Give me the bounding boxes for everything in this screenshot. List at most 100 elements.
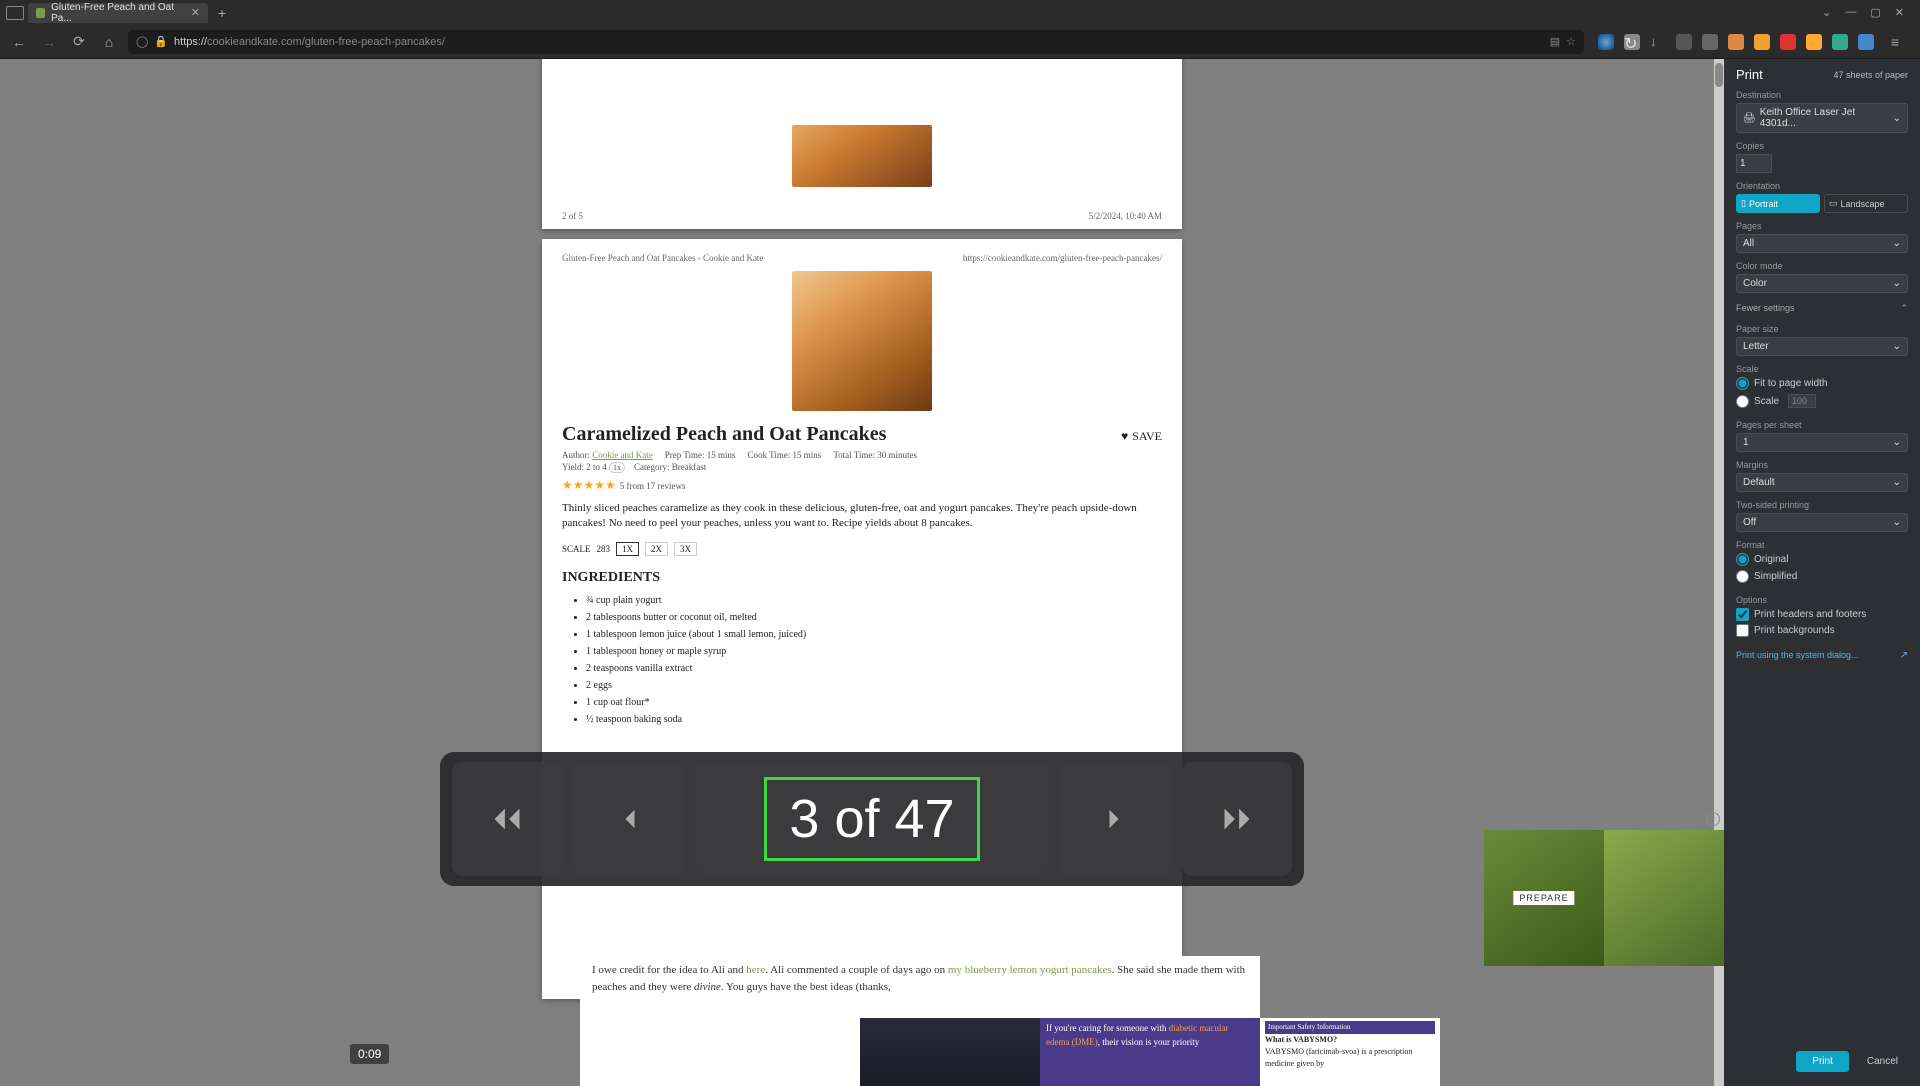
recipe-title: Caramelized Peach and Oat Pancakes bbox=[562, 423, 1162, 446]
ingredient-item: ¾ cup plain yogurt bbox=[586, 592, 1162, 609]
ingredient-item: ½ teaspoon baking soda bbox=[586, 711, 1162, 728]
format-simplified-radio[interactable]: Simplified bbox=[1736, 570, 1908, 583]
format-original-radio[interactable]: Original bbox=[1736, 553, 1908, 566]
last-page-button[interactable] bbox=[1182, 762, 1292, 876]
page-counter[interactable]: 3 of 47 bbox=[764, 777, 979, 861]
external-link-icon: ↗ bbox=[1900, 650, 1908, 661]
scale-2x-button[interactable]: 2X bbox=[645, 542, 668, 556]
heart-icon: ♥ bbox=[1121, 429, 1128, 444]
reload-button[interactable]: ⟳ bbox=[68, 33, 90, 50]
ingredient-item: 2 teaspoons vanilla extract bbox=[586, 660, 1162, 677]
browser-tab[interactable]: Gluten-Free Peach and Oat Pa... ✕ bbox=[28, 3, 208, 23]
extension-icon[interactable] bbox=[1780, 34, 1796, 50]
pages-select[interactable]: All⌄ bbox=[1736, 234, 1908, 253]
fewer-settings-toggle[interactable]: Fewer settings⌃ bbox=[1724, 297, 1920, 320]
print-panel: Print 47 sheets of paper Destination 🖨Ke… bbox=[1724, 59, 1920, 1086]
video-thumbnail[interactable]: × PREPARE bbox=[1484, 830, 1724, 966]
paper-size-label: Paper size bbox=[1736, 324, 1908, 334]
url-bar[interactable]: ◯ 🔒 https://cookieandkate.com/gluten-fre… bbox=[128, 30, 1584, 54]
preview-page-2: 2 of 5 5/2/2024, 10:40 AM bbox=[542, 59, 1182, 229]
chevron-down-icon: ⌄ bbox=[1893, 437, 1901, 448]
scale-fit-radio[interactable]: Fit to page width bbox=[1736, 377, 1908, 390]
extension-icon[interactable] bbox=[1728, 34, 1744, 50]
thumb-label: PREPARE bbox=[1513, 891, 1574, 905]
new-tab-button[interactable]: + bbox=[212, 5, 232, 21]
first-page-button[interactable] bbox=[452, 762, 562, 876]
menu-icon[interactable]: ≡ bbox=[1884, 34, 1906, 50]
extension-icon[interactable] bbox=[1754, 34, 1770, 50]
maximize-icon[interactable]: ▢ bbox=[1870, 6, 1880, 19]
landscape-button[interactable]: ▭Landscape bbox=[1824, 194, 1908, 213]
system-dialog-link[interactable]: Print using the system dialog...↗ bbox=[1724, 644, 1920, 667]
extension-icon[interactable]: ↻ bbox=[1624, 34, 1640, 50]
double-chevron-left-icon bbox=[482, 794, 532, 844]
next-page-button[interactable] bbox=[1060, 762, 1170, 876]
sidebar-toggle-icon[interactable] bbox=[6, 6, 24, 20]
color-mode-select[interactable]: Color⌄ bbox=[1736, 274, 1908, 293]
portrait-button[interactable]: ▯Portrait bbox=[1736, 194, 1820, 213]
extensions-tray: ↻ ↓ ≡ bbox=[1592, 34, 1912, 50]
copies-input[interactable] bbox=[1736, 154, 1772, 173]
double-chevron-right-icon bbox=[1212, 794, 1262, 844]
ingredients-list: ¾ cup plain yogurt 2 tablespoons butter … bbox=[586, 592, 1162, 728]
extension-icon[interactable] bbox=[1702, 34, 1718, 50]
print-headers-checkbox[interactable]: Print headers and footers bbox=[1736, 608, 1908, 621]
cancel-button[interactable]: Cancel bbox=[1857, 1051, 1908, 1072]
extension-icon[interactable] bbox=[1598, 34, 1614, 50]
recipe-description: Thinly sliced peaches caramelize as they… bbox=[562, 501, 1162, 532]
extension-icon[interactable] bbox=[1806, 34, 1822, 50]
chevron-down-icon: ⌄ bbox=[1893, 517, 1901, 528]
prev-page-button[interactable] bbox=[574, 762, 684, 876]
download-icon[interactable]: ↓ bbox=[1650, 34, 1666, 50]
print-backgrounds-checkbox[interactable]: Print backgrounds bbox=[1736, 624, 1908, 637]
options-label: Options bbox=[1736, 595, 1908, 605]
margins-select[interactable]: Default⌄ bbox=[1736, 473, 1908, 492]
format-label: Format bbox=[1736, 540, 1908, 550]
minimize-icon[interactable]: — bbox=[1845, 6, 1856, 19]
back-button[interactable]: ← bbox=[8, 34, 30, 50]
ingredient-item: 2 tablespoons butter or coconut oil, mel… bbox=[586, 609, 1162, 626]
bookmark-icon[interactable]: ☆ bbox=[1566, 35, 1576, 48]
chevron-down-icon[interactable]: ⌄ bbox=[1822, 6, 1831, 19]
close-icon[interactable]: × bbox=[1706, 812, 1720, 826]
shield-icon[interactable]: ◯ bbox=[136, 35, 148, 48]
tab-favicon bbox=[36, 8, 45, 18]
destination-select[interactable]: 🖨Keith Office Laser Jet 4301d... ⌄ bbox=[1736, 103, 1908, 133]
chevron-up-icon: ⌃ bbox=[1900, 303, 1908, 314]
page-nav-overlay: 3 of 47 bbox=[440, 752, 1304, 886]
scale-row: SCALE283 1X 2X 3X bbox=[562, 542, 1162, 556]
scale-value-input[interactable] bbox=[1788, 394, 1816, 408]
lock-icon[interactable]: 🔒 bbox=[154, 35, 168, 48]
home-button[interactable]: ⌂ bbox=[98, 34, 120, 50]
pages-per-sheet-select[interactable]: 1⌄ bbox=[1736, 433, 1908, 452]
printer-icon: 🖨 bbox=[1743, 113, 1756, 124]
print-button[interactable]: Print bbox=[1796, 1051, 1849, 1072]
close-window-icon[interactable]: ✕ bbox=[1895, 6, 1904, 19]
forward-button[interactable]: → bbox=[38, 34, 60, 50]
scale-1x-button[interactable]: 1X bbox=[616, 542, 639, 556]
ad-banner[interactable]: If you're caring for someone with diabet… bbox=[860, 1018, 1440, 1086]
underlying-page-content: I owe credit for the idea to Ali and her… bbox=[580, 956, 1260, 1086]
scale-custom-radio[interactable]: Scale bbox=[1736, 394, 1908, 408]
reader-icon[interactable]: ▤ bbox=[1550, 35, 1560, 48]
extension-icon[interactable] bbox=[1858, 34, 1874, 50]
two-sided-select[interactable]: Off⌄ bbox=[1736, 513, 1908, 532]
close-icon[interactable]: ✕ bbox=[191, 6, 200, 19]
color-mode-label: Color mode bbox=[1736, 261, 1908, 271]
ingredient-item: 1 cup oat flour* bbox=[586, 694, 1162, 711]
landscape-icon: ▭ bbox=[1829, 198, 1838, 209]
orientation-label: Orientation bbox=[1736, 181, 1908, 191]
extension-icon[interactable] bbox=[1832, 34, 1848, 50]
url-text: https://cookieandkate.com/gluten-free-pe… bbox=[174, 36, 1544, 48]
extension-icon[interactable] bbox=[1676, 34, 1692, 50]
print-title: Print bbox=[1736, 67, 1763, 82]
scale-3x-button[interactable]: 3X bbox=[674, 542, 697, 556]
rating-stars: ★★★★★5 from 17 reviews bbox=[562, 478, 1162, 493]
ingredient-item: 1 tablespoon honey or maple syrup bbox=[586, 643, 1162, 660]
pages-per-sheet-label: Pages per sheet bbox=[1736, 420, 1908, 430]
portrait-icon: ▯ bbox=[1741, 198, 1746, 209]
chevron-left-icon bbox=[607, 797, 651, 841]
scrollbar-thumb[interactable] bbox=[1715, 63, 1723, 87]
save-button[interactable]: ♥ SAVE bbox=[1121, 429, 1162, 444]
paper-size-select[interactable]: Letter⌄ bbox=[1736, 337, 1908, 356]
